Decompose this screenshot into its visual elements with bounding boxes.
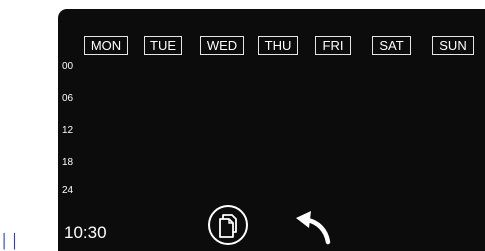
hour-label-18: 18 bbox=[62, 157, 74, 168]
day-button-sun[interactable]: SUN bbox=[432, 36, 474, 55]
day-selector: MON TUE WED THU FRI SAT SUN bbox=[58, 36, 485, 56]
edge-mark: ││ bbox=[0, 234, 21, 250]
day-button-tue[interactable]: TUE bbox=[144, 36, 182, 55]
day-button-fri[interactable]: FRI bbox=[315, 36, 351, 55]
hour-label-00: 00 bbox=[62, 61, 74, 72]
hour-label-06: 06 bbox=[62, 93, 74, 104]
back-arrow-icon bbox=[294, 211, 336, 250]
back-button[interactable] bbox=[294, 206, 336, 246]
clock-time: 10:30 bbox=[64, 223, 107, 242]
day-button-thu[interactable]: THU bbox=[258, 36, 298, 55]
day-button-mon[interactable]: MON bbox=[84, 36, 128, 55]
hour-label-12: 12 bbox=[62, 125, 74, 136]
copy-button[interactable] bbox=[208, 205, 248, 245]
schedule-screen: MON TUE WED THU FRI SAT SUN 00 06 12 18 … bbox=[58, 9, 485, 251]
day-button-sat[interactable]: SAT bbox=[372, 36, 411, 55]
hour-label-24: 24 bbox=[62, 185, 74, 196]
day-button-wed[interactable]: WED bbox=[200, 36, 244, 55]
